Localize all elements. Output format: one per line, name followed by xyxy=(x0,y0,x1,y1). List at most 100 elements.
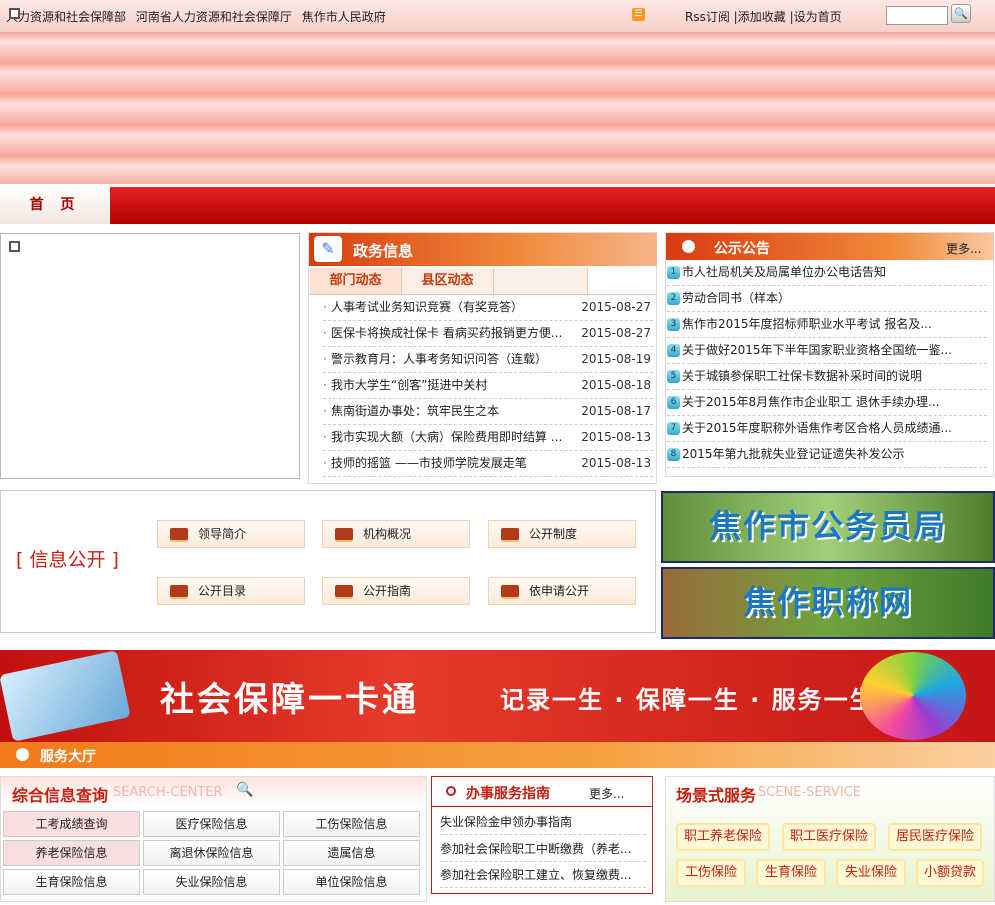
book-icon xyxy=(170,585,188,597)
list-item: 医保卡将换成社保卡 看病买药报销更方便... 2015-08-27 xyxy=(323,321,653,347)
tab-county-news[interactable]: 县区动态 xyxy=(402,268,494,294)
link-henan-hrss[interactable]: 河南省人力资源和社会保障厅 xyxy=(136,10,292,24)
list-item: 7 关于2015年度职称外语焦作考区合格人员成绩通... xyxy=(667,416,987,442)
bullet-icon xyxy=(446,786,456,796)
unemployment-insurance-info[interactable]: 失业保险信息 xyxy=(143,869,280,895)
number-badge: 7 xyxy=(667,422,680,435)
news-title[interactable]: 警示教育月：人事考务知识问答（连载） xyxy=(331,347,571,371)
list-item: 3 焦作市2015年度招标师职业水平考试 报名及... xyxy=(667,312,987,338)
list-item: 6 关于2015年8月焦作市企业职工 退休手续办理... xyxy=(667,390,987,416)
news-title[interactable]: 人事考试业务知识竞赛（有奖竞答） xyxy=(331,295,571,319)
hands-logo-icon xyxy=(860,652,966,740)
guide-link[interactable]: 参加社会保险职工建立、恢复缴费... xyxy=(440,862,646,888)
exam-score-query[interactable]: 工考成绩查询 xyxy=(3,811,140,837)
add-favorite-link[interactable]: 添加收藏 xyxy=(738,10,786,24)
slideshow-box[interactable] xyxy=(0,233,300,479)
disclosure-guide-button[interactable]: 公开指南 xyxy=(322,577,470,605)
list-item: 焦南街道办事处：筑牢民生之本 2015-08-17 xyxy=(323,399,653,425)
nav-home-tab[interactable]: 首 页 xyxy=(0,186,110,224)
employee-medical-button[interactable]: 职工医疗保险 xyxy=(782,823,876,851)
notice-link[interactable]: 关于2015年度职称外语焦作考区合格人员成绩通... xyxy=(682,421,952,435)
government-news-title: 政务信息 xyxy=(353,242,414,260)
book-icon xyxy=(335,528,353,540)
news-title[interactable]: 医保卡将换成社保卡 看病买药报销更方便... xyxy=(331,321,571,345)
list-item: 2 劳动合同书（样本） xyxy=(667,286,987,312)
notice-link[interactable]: 2015年第九批就失业登记证遗失补发公示 xyxy=(682,447,905,461)
button-label: 公开指南 xyxy=(363,584,412,598)
maternity-insurance-info[interactable]: 生育保险信息 xyxy=(3,869,140,895)
notices-more-link[interactable]: 更多... xyxy=(946,240,981,257)
professional-title-banner[interactable]: 焦作职称网 xyxy=(661,567,995,639)
search-center-subtitle: SEARCH-CENTER xyxy=(113,785,223,800)
injury-insurance-info[interactable]: 工伤保险信息 xyxy=(283,811,420,837)
button-label: 公开制度 xyxy=(529,527,578,541)
card-banner-title: 社会保障一卡通 xyxy=(160,680,419,720)
news-title[interactable]: 焦南街道办事处：筑牢民生之本 xyxy=(331,399,571,423)
pension-insurance-info[interactable]: 养老保险信息 xyxy=(3,840,140,866)
service-guide-more-link[interactable]: 更多... xyxy=(589,785,624,802)
search-input[interactable] xyxy=(886,6,948,25)
list-item: 1 市人社局机关及局属单位办公电话告知 xyxy=(667,260,987,286)
list-item: 5 关于城镇参保职工社保卡数据补采时间的说明 xyxy=(667,364,987,390)
broken-image-icon xyxy=(9,8,20,19)
news-date: 2015-08-27 xyxy=(581,326,651,340)
top-links: 人力资源和社会保障部 河南省人力资源和社会保障厅 焦作市人民政府 xyxy=(6,8,392,25)
book-icon xyxy=(335,585,353,597)
disclosure-catalog-button[interactable]: 公开目录 xyxy=(157,577,305,605)
leader-intro-button[interactable]: 领导简介 xyxy=(157,520,305,548)
search-button[interactable]: 🔍 xyxy=(951,4,971,23)
notice-link[interactable]: 市人社局机关及局属单位办公电话告知 xyxy=(682,265,886,279)
button-label: 公开目录 xyxy=(198,584,247,598)
bullet-icon xyxy=(682,240,695,253)
disclosure-rules-button[interactable]: 公开制度 xyxy=(488,520,636,548)
medical-insurance-info[interactable]: 医疗保险信息 xyxy=(143,811,280,837)
news-pen-icon: ✎ xyxy=(314,236,342,262)
retiree-insurance-info[interactable]: 离退休保险信息 xyxy=(143,840,280,866)
number-badge: 3 xyxy=(667,318,680,331)
button-label: 领导简介 xyxy=(198,527,247,541)
maternity-insurance-button[interactable]: 生育保险 xyxy=(756,859,826,887)
card-banner-slogan: 记录一生 · 保障一生 · 服务一生 xyxy=(500,686,876,714)
set-homepage-link[interactable]: 设为首页 xyxy=(794,10,842,24)
micro-loan-button[interactable]: 小额贷款 xyxy=(916,859,984,887)
book-icon xyxy=(501,585,519,597)
link-mohrss[interactable]: 人力资源和社会保障部 xyxy=(6,10,126,24)
number-badge: 1 xyxy=(667,266,680,279)
resident-medical-button[interactable]: 居民医疗保险 xyxy=(888,823,982,851)
unemployment-insurance-button[interactable]: 失业保险 xyxy=(836,859,906,887)
civil-service-bureau-banner[interactable]: 焦作市公务员局 xyxy=(661,491,995,563)
news-date: 2015-08-27 xyxy=(581,300,651,314)
guide-link[interactable]: 参加社会保险职工中断缴费（养老... xyxy=(440,836,646,862)
news-title[interactable]: 我市实现大额（大病）保险费用即时结算 ... xyxy=(331,425,571,449)
number-badge: 6 xyxy=(667,396,680,409)
book-icon xyxy=(501,528,519,540)
service-guide-title: 办事服务指南 xyxy=(466,786,550,802)
list-item: 人事考试业务知识竞赛（有奖竞答） 2015-08-27 xyxy=(323,295,653,321)
employer-insurance-info[interactable]: 单位保险信息 xyxy=(283,869,420,895)
news-title[interactable]: 我市大学生“创客”挺进中关村 xyxy=(331,373,571,397)
request-disclosure-button[interactable]: 依申请公开 xyxy=(488,577,636,605)
rss-subscribe-link[interactable]: Rss订阅 xyxy=(685,10,730,24)
guide-link[interactable]: 失业保险金申领办事指南 xyxy=(440,809,646,835)
notice-link[interactable]: 关于2015年8月焦作市企业职工 退休手续办理... xyxy=(682,395,939,409)
news-title[interactable]: 技师的摇篮 ——市技师学院发展走笔 xyxy=(331,451,571,475)
rss-icon[interactable]: ☰ xyxy=(632,8,645,21)
news-date: 2015-08-17 xyxy=(581,404,651,418)
service-hall-title: 服务大厅 xyxy=(40,749,96,765)
notice-link[interactable]: 劳动合同书（样本） xyxy=(682,291,790,305)
list-item: 4 关于做好2015年下半年国家职业资格全国统一鉴... xyxy=(667,338,987,364)
tab-department-news[interactable]: 部门动态 xyxy=(310,268,402,294)
notice-link[interactable]: 关于做好2015年下半年国家职业资格全国统一鉴... xyxy=(682,343,952,357)
news-date: 2015-08-19 xyxy=(581,352,651,366)
notice-link[interactable]: 焦作市2015年度招标师职业水平考试 报名及... xyxy=(682,317,932,331)
org-overview-button[interactable]: 机构概况 xyxy=(322,520,470,548)
link-jiaozuo-gov[interactable]: 焦作市人民政府 xyxy=(302,10,386,24)
employee-pension-button[interactable]: 职工养老保险 xyxy=(676,823,770,851)
news-date: 2015-08-13 xyxy=(581,456,651,470)
tab-empty xyxy=(494,268,588,294)
survivor-info[interactable]: 遗属信息 xyxy=(283,840,420,866)
notice-link[interactable]: 关于城镇参保职工社保卡数据补采时间的说明 xyxy=(682,369,922,383)
injury-insurance-button[interactable]: 工伤保险 xyxy=(676,859,746,887)
magnifier-icon: 🔍 xyxy=(236,782,254,798)
news-date: 2015-08-18 xyxy=(581,378,651,392)
